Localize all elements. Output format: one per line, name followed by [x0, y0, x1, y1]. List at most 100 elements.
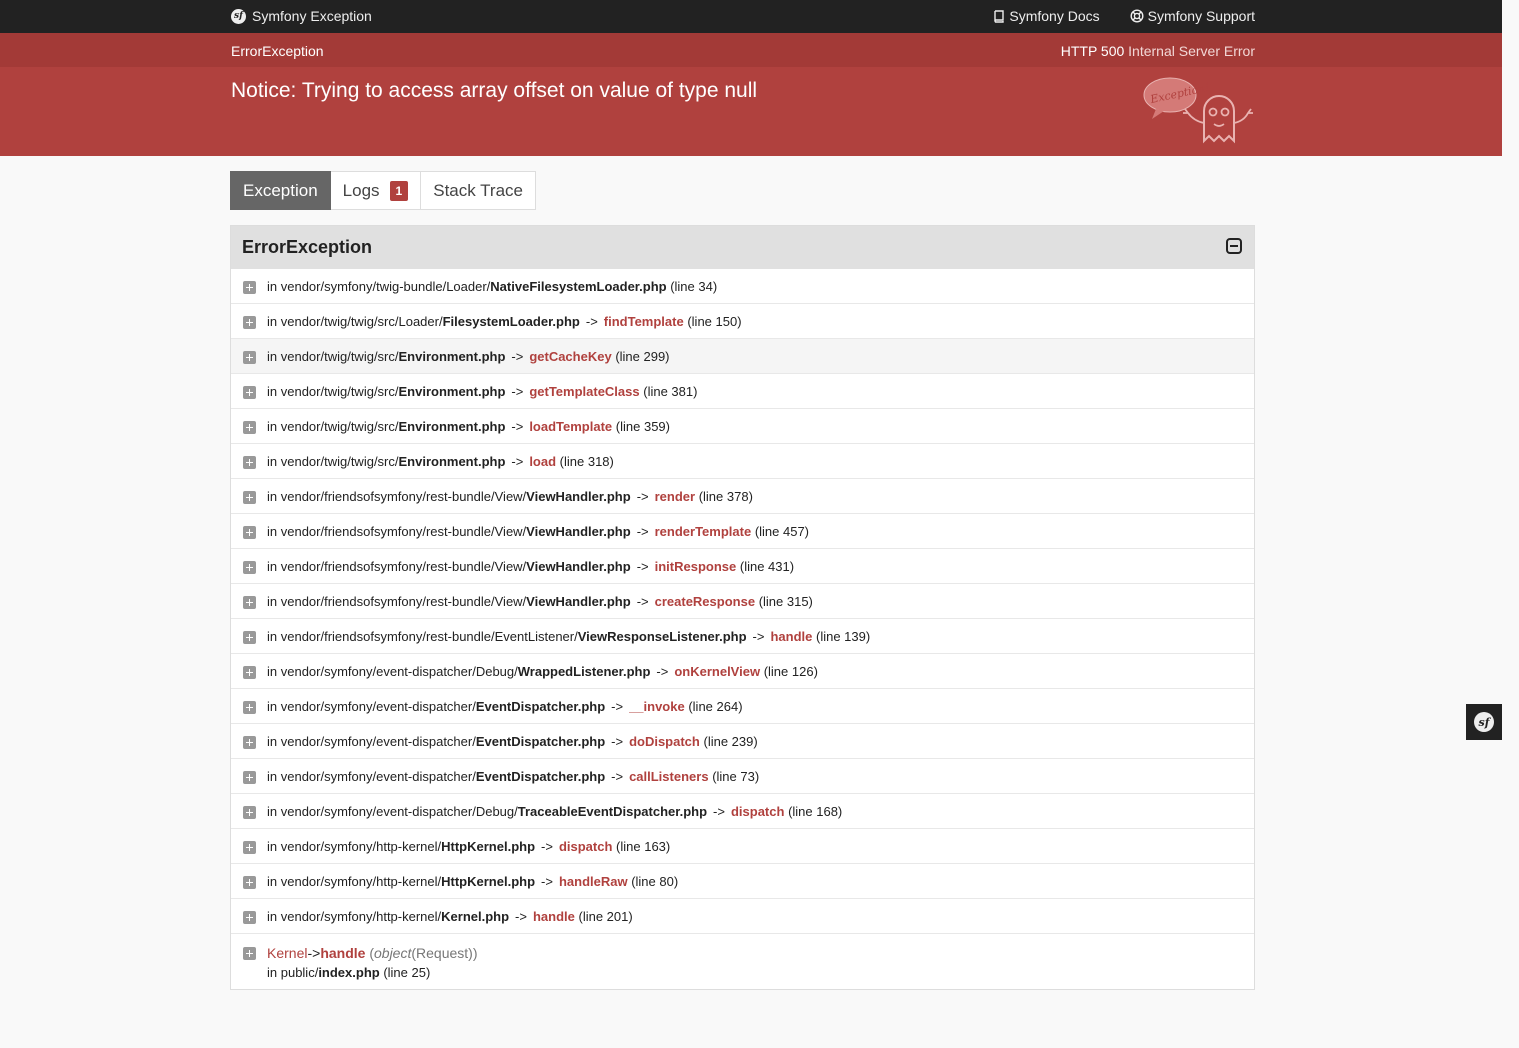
- expand-icon[interactable]: [243, 561, 256, 574]
- trace-path: in vendor/twig/twig/src/: [267, 419, 399, 434]
- trace-arrow: ->: [611, 769, 624, 784]
- trace-row[interactable]: in vendor/symfony/event-dispatcher/Event…: [231, 688, 1254, 723]
- trace-class: Kernel: [267, 945, 308, 961]
- trace-path: in vendor/twig/twig/src/Loader/: [267, 314, 443, 329]
- trace-location: in vendor/friendsofsymfony/rest-bundle/V…: [267, 489, 753, 504]
- book-icon: [994, 9, 1005, 23]
- trace-row[interactable]: in vendor/friendsofsymfony/rest-bundle/V…: [231, 548, 1254, 583]
- trace-row[interactable]: in vendor/symfony/http-kernel/HttpKernel…: [231, 828, 1254, 863]
- trace-path: in vendor/symfony/event-dispatcher/Debug…: [267, 664, 518, 679]
- symfony-support-label: Symfony Support: [1147, 8, 1255, 24]
- trace-file: EventDispatcher.php: [475, 734, 606, 749]
- trace-row[interactable]: in vendor/friendsofsymfony/rest-bundle/V…: [231, 478, 1254, 513]
- trace-row[interactable]: in vendor/twig/twig/src/Environment.php -…: [231, 443, 1254, 478]
- trace-arrow: ->: [611, 699, 624, 714]
- trace-line: (line 359): [615, 419, 670, 434]
- trace-path: in vendor/symfony/http-kernel/: [267, 874, 442, 889]
- trace-row[interactable]: Kernel->handle (object(Request)) in publ…: [231, 933, 1254, 989]
- ghost-illustration-icon: Exception!: [1143, 77, 1253, 144]
- expand-icon[interactable]: [243, 316, 256, 329]
- expand-icon[interactable]: [243, 947, 256, 960]
- trace-file: NativeFilesystemLoader.php: [490, 279, 667, 294]
- expand-icon[interactable]: [243, 771, 256, 784]
- args-type: object: [374, 945, 412, 961]
- trace-arrow: ->: [511, 384, 524, 399]
- trace-row[interactable]: in vendor/symfony/http-kernel/Kernel.php…: [231, 898, 1254, 933]
- brand[interactable]: sf Symfony Exception: [231, 8, 372, 24]
- trace-row[interactable]: in vendor/friendsofsymfony/rest-bundle/E…: [231, 618, 1254, 653]
- symfony-toolbar-toggle[interactable]: sf: [1466, 704, 1502, 740]
- trace-function: findTemplate: [603, 314, 684, 329]
- trace-file: EventDispatcher.php: [475, 699, 606, 714]
- exception-class: ErrorException: [231, 43, 324, 59]
- expand-icon[interactable]: [243, 911, 256, 924]
- trace-arrow: ->: [713, 804, 725, 819]
- tab-stack-trace[interactable]: Stack Trace: [421, 171, 536, 210]
- trace-function: callListeners: [629, 769, 709, 784]
- trace-path: in vendor/symfony/event-dispatcher/Debug…: [267, 804, 518, 819]
- exception-subbar: ErrorException HTTP 500 Internal Server …: [0, 33, 1502, 67]
- expand-icon[interactable]: [243, 526, 256, 539]
- expand-icon[interactable]: [243, 386, 256, 399]
- trace-path: in vendor/friendsofsymfony/rest-bundle/V…: [267, 489, 527, 504]
- tab-exception[interactable]: Exception: [230, 171, 331, 210]
- logs-count-badge: 1: [389, 180, 409, 201]
- expand-icon[interactable]: [243, 491, 256, 504]
- symfony-docs-label: Symfony Docs: [1009, 8, 1100, 24]
- trace-location: in vendor/friendsofsymfony/rest-bundle/E…: [267, 629, 870, 644]
- trace-row[interactable]: in vendor/symfony/event-dispatcher/Debug…: [231, 653, 1254, 688]
- tab-logs[interactable]: Logs 1: [330, 171, 422, 210]
- expand-icon[interactable]: [243, 701, 256, 714]
- expand-icon[interactable]: [243, 351, 256, 364]
- expand-icon[interactable]: [243, 421, 256, 434]
- trace-row[interactable]: in vendor/twig/twig/src/Environment.php -…: [231, 408, 1254, 443]
- tab-logs-label: Logs: [342, 180, 380, 200]
- trace-file: Kernel.php: [441, 909, 510, 924]
- collapse-icon[interactable]: [1226, 238, 1242, 254]
- expand-icon[interactable]: [243, 736, 256, 749]
- trace-arrow: ->: [511, 454, 524, 469]
- expand-icon[interactable]: [243, 596, 256, 609]
- expand-icon[interactable]: [243, 666, 256, 679]
- trace-location: in vendor/twig/twig/src/Environment.php -…: [267, 454, 614, 469]
- expand-icon[interactable]: [243, 876, 256, 889]
- trace-function: loadTemplate: [529, 419, 613, 434]
- expand-icon[interactable]: [243, 806, 256, 819]
- trace-location: in vendor/symfony/event-dispatcher/Debug…: [267, 664, 818, 679]
- trace-row[interactable]: in vendor/friendsofsymfony/rest-bundle/V…: [231, 583, 1254, 618]
- trace-file: ViewHandler.php: [526, 559, 631, 574]
- trace-row[interactable]: in vendor/symfony/event-dispatcher/Event…: [231, 758, 1254, 793]
- trace-path: in vendor/twig/twig/src/: [267, 384, 399, 399]
- trace-row[interactable]: in vendor/twig/twig/src/Environment.php -…: [231, 373, 1254, 408]
- expand-icon[interactable]: [243, 631, 256, 644]
- trace-path: in vendor/twig/twig/src/: [267, 454, 399, 469]
- trace-row[interactable]: in vendor/symfony/event-dispatcher/Debug…: [231, 793, 1254, 828]
- trace-path: in public/: [267, 965, 319, 980]
- trace-location: in vendor/symfony/event-dispatcher/Event…: [267, 769, 759, 784]
- trace-function: __invoke: [629, 699, 685, 714]
- expand-icon[interactable]: [243, 841, 256, 854]
- expand-icon[interactable]: [243, 456, 256, 469]
- trace-arrow: ->: [511, 349, 524, 364]
- trace-arrow: ->: [307, 945, 321, 961]
- trace-row[interactable]: in vendor/friendsofsymfony/rest-bundle/V…: [231, 513, 1254, 548]
- trace-location: in vendor/symfony/event-dispatcher/Event…: [267, 734, 758, 749]
- trace-line: (line 168): [788, 804, 843, 819]
- trace-row[interactable]: in vendor/symfony/event-dispatcher/Event…: [231, 723, 1254, 758]
- symfony-docs-link[interactable]: Symfony Docs: [992, 8, 1100, 24]
- symfony-support-link[interactable]: Symfony Support: [1130, 8, 1255, 24]
- trace-location: in vendor/symfony/event-dispatcher/Debug…: [267, 804, 842, 819]
- trace-arrow: ->: [511, 419, 524, 434]
- trace-path: in vendor/symfony/http-kernel/: [267, 839, 442, 854]
- trace-line: (line 201): [578, 909, 633, 924]
- trace-row[interactable]: in vendor/twig/twig/src/Loader/Filesyste…: [231, 303, 1254, 338]
- trace-list: in vendor/symfony/twig-bundle/Loader/Nat…: [231, 269, 1254, 933]
- trace-file: Environment.php: [398, 384, 506, 399]
- expand-icon[interactable]: [243, 281, 256, 294]
- trace-row[interactable]: in vendor/twig/twig/src/Environment.php -…: [231, 338, 1254, 373]
- status-code: HTTP 500: [1060, 43, 1125, 59]
- trace-line: (line 315): [758, 594, 813, 609]
- trace-location: in vendor/symfony/twig-bundle/Loader/Nat…: [267, 279, 717, 294]
- trace-row[interactable]: in vendor/symfony/http-kernel/HttpKernel…: [231, 863, 1254, 898]
- trace-row[interactable]: in vendor/symfony/twig-bundle/Loader/Nat…: [231, 269, 1254, 303]
